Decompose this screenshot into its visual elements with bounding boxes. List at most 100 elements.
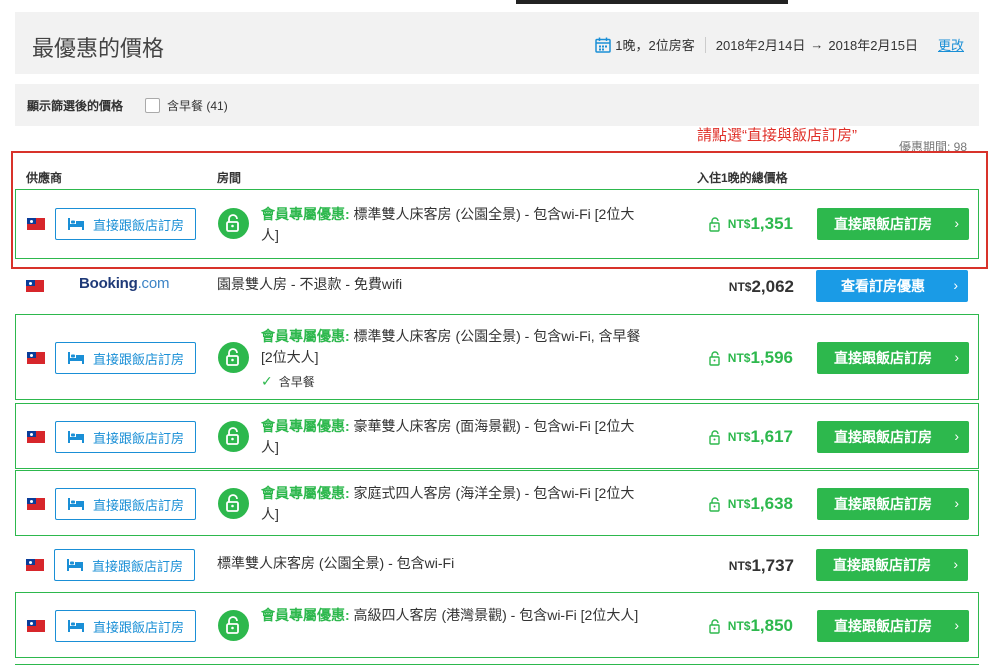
chevron-right-icon: › [954, 428, 959, 444]
check-icon: ✓ [261, 373, 273, 389]
price: NT$ 1,617 [709, 427, 793, 447]
currency: NT$ [727, 351, 751, 365]
offer-row: 直接跟飯店訂房 標準雙人床客房 (公園全景) - 包含wi-Fi NT$ 1,73… [15, 545, 979, 585]
book-direct-cta[interactable]: 直接跟飯店訂房 › [817, 610, 969, 642]
taiwan-flag-icon [27, 498, 45, 510]
unlock-icon [709, 429, 720, 445]
chevron-right-icon: › [954, 617, 959, 633]
cta-label: 直接跟飯店訂房 [834, 618, 932, 634]
booking-logo: Booking.com [79, 275, 170, 292]
price-value: 1,737 [751, 556, 794, 575]
direct-booking-button[interactable]: 直接跟飯店訂房 [55, 610, 196, 642]
chevron-right-icon: › [954, 349, 959, 365]
room-description: 會員專屬優惠: 豪華雙人床客房 (面海景觀) - 包含wi-Fi [2位大人] [261, 416, 651, 458]
cta-label: 直接跟飯店訂房 [834, 496, 932, 512]
taiwan-flag-icon [27, 620, 45, 632]
unlock-icon [218, 610, 249, 641]
chevron-right-icon: › [953, 556, 958, 572]
breakfast-label: 含早餐 [278, 375, 315, 389]
currency: NT$ [727, 619, 751, 633]
price: NT$ 1,737 [729, 556, 794, 576]
direct-booking-label: 直接跟飯店訂房 [93, 430, 185, 446]
direct-booking-button[interactable]: 直接跟飯店訂房 [55, 421, 196, 453]
direct-booking-button[interactable]: 直接跟飯店訂房 [55, 488, 196, 520]
book-direct-cta[interactable]: 直接跟飯店訂房 › [817, 421, 969, 453]
room-description: 會員專屬優惠: 高級四人客房 (港灣景觀) - 包含wi-Fi [2位大人] [261, 605, 651, 626]
price: NT$ 1,638 [709, 494, 793, 514]
direct-booking-button[interactable]: 直接跟飯店訂房 [55, 342, 196, 374]
offer-row: 直接跟飯店訂房 會員專屬優惠: 高級四人客房 (港灣景觀) - 包含wi-Fi … [15, 592, 979, 658]
direct-booking-button[interactable]: 直接跟飯店訂房 [54, 549, 195, 581]
checkin-date: 2018年2月14日 [715, 38, 806, 53]
breakfast-included: ✓ 含早餐 [261, 373, 315, 390]
chevron-right-icon: › [954, 495, 959, 511]
bed-icon [68, 498, 84, 510]
bed-icon [67, 559, 83, 571]
member-offer-label: 會員專屬優惠: [261, 418, 350, 434]
unlock-icon [709, 618, 720, 634]
price: NT$ 1,850 [709, 616, 793, 636]
annotation-text: 請點選“直接與飯店訂房” [697, 127, 857, 144]
change-link[interactable]: 更改 [938, 35, 964, 54]
guests-summary: 1晚，2位房客 [615, 38, 695, 53]
direct-booking-label: 直接跟飯店訂房 [93, 619, 185, 635]
price: NT$ 2,062 [729, 277, 794, 297]
offer-row: 直接跟飯店訂房 會員專屬優惠: 豪華雙人床客房 (面海景觀) - 包含wi-Fi… [15, 403, 979, 469]
room-description: 會員專屬優惠: 家庭式四人客房 (海洋全景) - 包含wi-Fi [2位大人] [261, 483, 651, 525]
room-name: 標準雙人床客房 (公園全景) - 包含wi-Fi [217, 555, 455, 571]
cta-label: 直接跟飯店訂房 [834, 429, 932, 445]
direct-booking-label: 直接跟飯店訂房 [93, 497, 185, 513]
bed-icon [68, 352, 84, 364]
currency: NT$ [728, 280, 752, 294]
price-value: 1,596 [750, 348, 793, 367]
chevron-right-icon: › [953, 277, 958, 293]
header: 最優惠的價格 1晚，2位房客 2018年2月14日 → 2018年2月15日 更… [15, 12, 979, 74]
cta-label: 查看訂房優惠 [841, 278, 925, 294]
price-value: 2,062 [751, 277, 794, 296]
unlock-icon [709, 350, 720, 366]
currency: NT$ [727, 497, 751, 511]
unlock-icon [218, 342, 249, 373]
room-name: 高級四人客房 (港灣景觀) - 包含wi-Fi [2位大人] [349, 607, 639, 623]
next-row-border [15, 664, 979, 665]
breakfast-checkbox[interactable] [145, 97, 161, 113]
annotation-highlight-box [11, 151, 988, 269]
room-name: 園景雙人房 - 不退款 - 免費wifi [217, 276, 403, 292]
filter-bar: 顯示篩選後的價格 含早餐 (41) [15, 84, 979, 126]
currency: NT$ [728, 559, 752, 573]
divider [704, 36, 706, 53]
room-description: 會員專屬優惠: 標準雙人床客房 (公園全景) - 包含wi-Fi, 含早餐 [2… [261, 326, 651, 368]
taiwan-flag-icon [26, 280, 44, 292]
book-direct-cta[interactable]: 直接跟飯店訂房 › [817, 488, 969, 520]
unlock-icon [218, 421, 249, 452]
bed-icon [68, 431, 84, 443]
price-value: 1,617 [750, 427, 793, 446]
offer-row: 直接跟飯店訂房 會員專屬優惠: 標準雙人床客房 (公園全景) - 包含wi-Fi… [15, 314, 979, 400]
currency: NT$ [727, 430, 751, 444]
book-direct-cta[interactable]: 直接跟飯店訂房 › [817, 342, 969, 374]
member-offer-label: 會員專屬優惠: [261, 328, 350, 344]
price-value: 1,638 [750, 494, 793, 513]
member-offer-label: 會員專屬優惠: [261, 485, 350, 501]
stay-summary: 1晚，2位房客 2018年2月14日 → 2018年2月15日 更改 [595, 35, 964, 54]
taiwan-flag-icon [27, 352, 45, 364]
date-arrow: → [810, 37, 824, 52]
offer-row: Booking.com 園景雙人房 - 不退款 - 免費wifi NT$ 2,06… [15, 268, 979, 304]
view-deal-cta[interactable]: 查看訂房優惠 › [816, 270, 968, 302]
top-bar [516, 0, 788, 4]
page-title: 最優惠的價格 [32, 36, 165, 61]
bed-icon [68, 620, 84, 632]
calendar-icon [595, 37, 612, 53]
member-offer-label: 會員專屬優惠: [261, 607, 350, 623]
cta-label: 直接跟飯店訂房 [833, 557, 931, 573]
unlock-icon [709, 496, 720, 512]
checkout-date: 2018年2月15日 [828, 38, 918, 53]
cta-label: 直接跟飯店訂房 [834, 350, 932, 366]
price-value: 1,850 [750, 616, 793, 635]
taiwan-flag-icon [26, 559, 44, 571]
breakfast-filter-label[interactable]: 含早餐 (41) [167, 97, 228, 114]
book-direct-cta[interactable]: 直接跟飯店訂房 › [816, 549, 968, 581]
direct-booking-label: 直接跟飯店訂房 [93, 351, 185, 367]
price: NT$ 1,596 [709, 348, 793, 368]
offer-row: 直接跟飯店訂房 會員專屬優惠: 家庭式四人客房 (海洋全景) - 包含wi-Fi… [15, 470, 979, 536]
